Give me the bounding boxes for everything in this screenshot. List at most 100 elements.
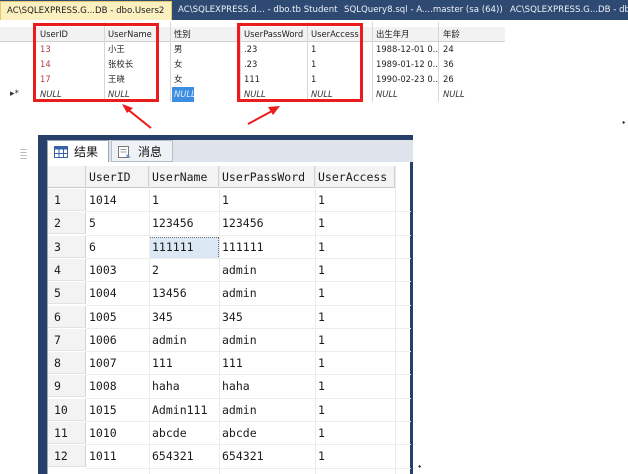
- cell-userid[interactable]: 1004: [86, 282, 149, 304]
- cell-null[interactable]: NULL: [374, 87, 438, 102]
- tab-users-other[interactable]: AC\SQLEXPRESS.G...DB - dbo.U: [504, 1, 628, 20]
- cell-null-selected[interactable]: NULL: [172, 87, 194, 102]
- cell-username[interactable]: 345: [149, 306, 219, 328]
- cell-userid[interactable]: 1005: [86, 306, 149, 328]
- row-number[interactable]: 5: [48, 282, 86, 305]
- cell-userpassword[interactable]: admin: [219, 259, 315, 281]
- cell-birthdate[interactable]: 1990-02-23 0...: [374, 72, 438, 87]
- cell-userpassword[interactable]: admin: [219, 329, 315, 351]
- row-number[interactable]: 10: [48, 398, 86, 421]
- column-divider: [315, 166, 316, 474]
- cell-userpassword[interactable]: 111111: [219, 236, 315, 258]
- cell-birthdate[interactable]: 1989-01-12 0...: [374, 57, 438, 72]
- tab-label: 结果: [74, 145, 99, 159]
- row-number[interactable]: 7: [48, 328, 86, 351]
- cell-userpassword[interactable]: admin: [219, 399, 315, 421]
- column-header-userpassword[interactable]: UserPassWord: [219, 166, 315, 188]
- column-header[interactable]: 出生年月: [374, 27, 434, 42]
- column-divider: [170, 22, 171, 102]
- cell-userid[interactable]: 1014: [86, 189, 149, 211]
- row-number[interactable]: 6: [48, 305, 86, 328]
- cell-userid[interactable]: 1006: [86, 329, 149, 351]
- cell-userid[interactable]: 1011: [86, 445, 149, 467]
- cell-userid[interactable]: 1008: [86, 375, 149, 397]
- row-number[interactable]: 9: [48, 375, 86, 398]
- cell-username[interactable]: 123456: [149, 212, 219, 234]
- column-header[interactable]: 年龄: [441, 27, 501, 42]
- cell-useraccess[interactable]: 1: [315, 445, 395, 467]
- cell-userpassword[interactable]: 1: [219, 189, 315, 211]
- column-header-username[interactable]: UserName: [149, 166, 219, 188]
- cell-username[interactable]: abcde: [149, 422, 219, 444]
- cell-useraccess[interactable]: 1: [315, 399, 395, 421]
- cell-gender[interactable]: 女: [172, 57, 232, 72]
- cell-gender[interactable]: 男: [172, 42, 232, 57]
- cell-useraccess[interactable]: 1: [315, 212, 395, 234]
- arrow-icon: [247, 106, 280, 125]
- cell-userpassword[interactable]: abcde: [219, 422, 315, 444]
- cell-userid[interactable]: 1010: [86, 422, 149, 444]
- tab-users2[interactable]: AC\SQLEXPRESS.G...DB - dbo.Users2 ✕: [0, 1, 172, 20]
- arrow-icon: [122, 104, 152, 129]
- cell-username[interactable]: 111111: [149, 236, 219, 258]
- new-row-marker: ▸*: [10, 89, 20, 99]
- cell-gender[interactable]: 女: [172, 72, 232, 87]
- cell-userpassword[interactable]: 111: [219, 352, 315, 374]
- column-header[interactable]: 性别: [172, 27, 232, 42]
- row-number[interactable]: 12: [48, 445, 86, 468]
- cell-username[interactable]: haha: [149, 375, 219, 397]
- tab-label: AC\SQLEXPRESS.d... - dbo.tb Student: [178, 5, 338, 15]
- cell-userid[interactable]: 6: [86, 236, 149, 258]
- column-header-useraccess[interactable]: UserAccess: [315, 166, 395, 188]
- column-header-userid[interactable]: UserID: [86, 166, 149, 188]
- results-header-row: UserID UserName UserPassWord UserAccess: [48, 166, 411, 188]
- tab-sqlquery8[interactable]: SQLQuery8.sql - A....master (sa (64)): [338, 1, 504, 20]
- cell-userid[interactable]: 1007: [86, 352, 149, 374]
- cell-age[interactable]: 36: [441, 57, 501, 72]
- cell-username[interactable]: 111: [149, 352, 219, 374]
- cell-userpassword[interactable]: admin: [219, 282, 315, 304]
- cell-useraccess[interactable]: 1: [315, 189, 395, 211]
- cell-age[interactable]: 26: [441, 72, 501, 87]
- cell-useraccess[interactable]: 1: [315, 352, 395, 374]
- cell-useraccess[interactable]: 1: [315, 422, 395, 444]
- cell-birthdate[interactable]: 1988-12-01 0...: [374, 42, 438, 57]
- message-icon: [118, 146, 131, 158]
- splitter-handle[interactable]: — — — —: [20, 146, 28, 162]
- cell-userid[interactable]: 5: [86, 212, 149, 234]
- cell-userpassword[interactable]: haha: [219, 375, 315, 397]
- tab-results[interactable]: 结果: [47, 140, 109, 162]
- cell-username[interactable]: 13456: [149, 282, 219, 304]
- cell-userpassword[interactable]: 654321: [219, 445, 315, 467]
- cell-userid[interactable]: 1015: [86, 399, 149, 421]
- row-number[interactable]: 1: [48, 189, 86, 211]
- cell-useraccess[interactable]: 1: [315, 375, 395, 397]
- row-number[interactable]: 11: [48, 422, 86, 444]
- column-divider: [372, 22, 373, 102]
- cell-username[interactable]: 1: [149, 189, 219, 211]
- cell-null[interactable]: NULL: [441, 87, 501, 102]
- cell-userid[interactable]: 1003: [86, 259, 149, 281]
- tab-student[interactable]: AC\SQLEXPRESS.d... - dbo.tb Student: [172, 1, 338, 20]
- cell-useraccess[interactable]: 1: [315, 236, 395, 258]
- row-number[interactable]: 8: [48, 352, 86, 375]
- cell-username[interactable]: 2: [149, 259, 219, 281]
- document-tab-strip: AC\SQLEXPRESS.G...DB - dbo.Users2 ✕ AC\S…: [0, 0, 628, 20]
- column-divider: [395, 166, 396, 474]
- cell-useraccess[interactable]: 1: [315, 306, 395, 328]
- row-number[interactable]: 2: [48, 212, 86, 235]
- cell-username[interactable]: Admin111: [149, 399, 219, 421]
- cell-username[interactable]: 654321: [149, 445, 219, 467]
- cell-userpassword[interactable]: 123456: [219, 212, 315, 234]
- cell-useraccess[interactable]: 1: [315, 282, 395, 304]
- results-tab-bar: 结果 消息: [47, 140, 413, 162]
- cell-age[interactable]: 24: [441, 42, 501, 57]
- row-number[interactable]: 3: [48, 235, 86, 258]
- tab-messages[interactable]: 消息: [111, 140, 173, 162]
- cell-useraccess[interactable]: 1: [315, 329, 395, 351]
- row-number[interactable]: 4: [48, 258, 86, 281]
- cell-username[interactable]: admin: [149, 329, 219, 351]
- corner-cell[interactable]: [48, 166, 86, 188]
- cell-userpassword[interactable]: 345: [219, 306, 315, 328]
- cell-useraccess[interactable]: 1: [315, 259, 395, 281]
